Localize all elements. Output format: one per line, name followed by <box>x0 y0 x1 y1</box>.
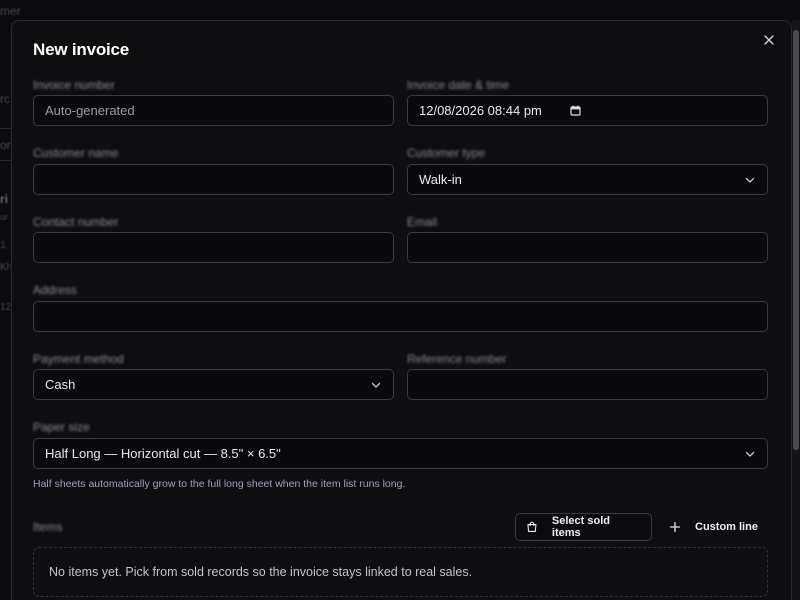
customer-name-input[interactable] <box>45 172 382 187</box>
empty-state-message: No items yet. Pick from sold records so … <box>49 565 473 579</box>
contact-number-label: Contact number <box>33 215 119 229</box>
reference-number-input[interactable] <box>419 377 756 392</box>
modal-title: New invoice <box>33 40 130 59</box>
address-field[interactable] <box>33 301 768 332</box>
background-text: ur <box>0 212 9 222</box>
customer-name-field[interactable] <box>33 164 394 195</box>
address-label: Address <box>33 283 78 297</box>
items-empty-state: No items yet. Pick from sold records so … <box>33 547 768 597</box>
invoice-number-label: Invoice number <box>33 78 116 92</box>
calendar-icon[interactable] <box>570 105 581 116</box>
reference-number-label: Reference number <box>407 352 507 366</box>
paper-size-select[interactable]: Half Long — Horizontal cut — 8.5" × 6.5" <box>33 438 768 469</box>
invoice-date-label: Invoice date & time <box>407 78 510 92</box>
invoice-number-input[interactable] <box>45 103 382 118</box>
invoice-datetime-value: 12/08/2026 08:44 pm <box>419 103 542 118</box>
invoice-number-field[interactable] <box>33 95 394 126</box>
background-text: 12 <box>0 302 12 313</box>
plus-icon <box>669 521 681 533</box>
paper-size-label: Paper size <box>33 420 90 434</box>
close-icon[interactable] <box>761 34 777 50</box>
new-invoice-modal: New invoice Invoice number Invoice date … <box>11 20 792 600</box>
address-input[interactable] <box>45 309 756 324</box>
select-sold-items-label: Select sold items <box>551 515 610 539</box>
email-label: Email <box>407 215 438 229</box>
background-text: mer <box>0 4 21 18</box>
chevron-down-icon <box>371 382 381 388</box>
background-text: 1 <box>0 240 6 251</box>
custom-line-label: Custom line <box>695 521 758 533</box>
select-sold-items-button[interactable]: Select sold items <box>515 513 652 541</box>
payment-method-value: Cash <box>45 377 76 392</box>
contact-number-input[interactable] <box>45 240 382 255</box>
payment-method-select[interactable]: Cash <box>33 369 394 400</box>
background-text: rc <box>0 92 10 106</box>
paper-size-value: Half Long — Horizontal cut — 8.5" × 6.5" <box>45 446 281 461</box>
scrollbar-thumb[interactable] <box>793 30 799 450</box>
email-input[interactable] <box>419 240 756 255</box>
chevron-down-icon <box>745 451 755 457</box>
contact-number-field[interactable] <box>33 232 394 263</box>
paper-size-help-text: Half sheets automatically grow to the fu… <box>33 478 406 490</box>
custom-line-button[interactable]: Custom line <box>659 513 768 541</box>
customer-type-label: Customer type <box>407 146 486 160</box>
customer-type-select[interactable]: Walk-in <box>407 164 768 195</box>
background-text: ri <box>0 192 9 206</box>
payment-method-label: Payment method <box>33 352 124 366</box>
invoice-datetime-field[interactable]: 12/08/2026 08:44 pm <box>407 95 768 126</box>
email-field[interactable] <box>407 232 768 263</box>
customer-type-value: Walk-in <box>419 172 462 187</box>
reference-number-field[interactable] <box>407 369 768 400</box>
items-label: Items <box>33 520 63 534</box>
shopping-bag-icon <box>527 521 537 533</box>
customer-name-label: Customer name <box>33 146 119 160</box>
chevron-down-icon <box>745 177 755 183</box>
